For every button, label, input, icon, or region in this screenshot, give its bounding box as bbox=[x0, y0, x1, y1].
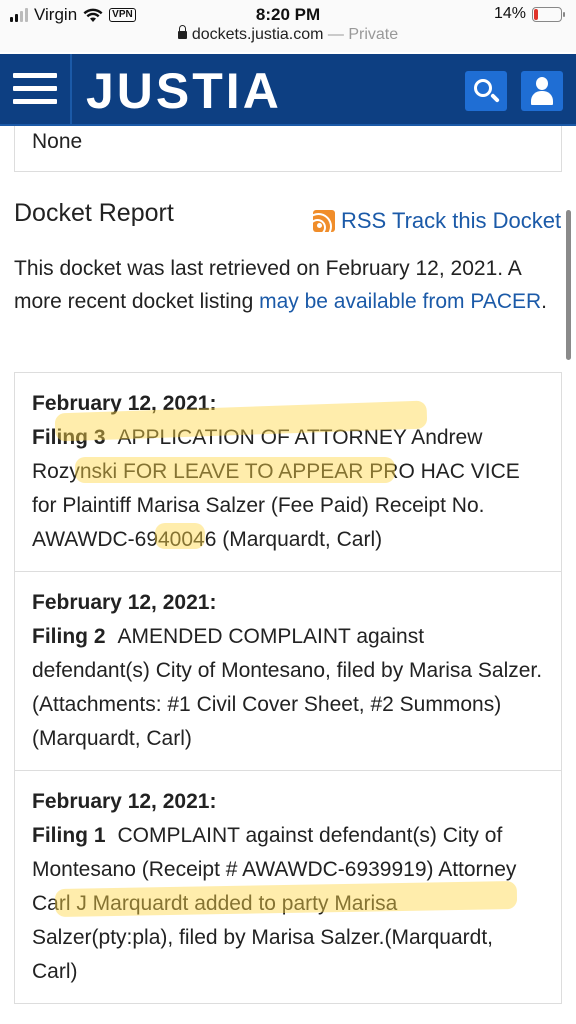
url-bar[interactable]: dockets.justia.com — Private bbox=[0, 25, 576, 52]
rss-track-label[interactable]: RSS Track this Docket bbox=[341, 208, 561, 234]
rss-track-link[interactable]: RSS Track this Docket bbox=[313, 208, 561, 234]
filings-list: February 12, 2021: Filing 3 APPLICATION O… bbox=[14, 372, 562, 1004]
previous-section-value: None bbox=[32, 130, 83, 153]
url-domain: dockets.justia.com bbox=[191, 26, 324, 43]
filing-entry: February 12, 2021: Filing 1 COMPLAINT aga… bbox=[15, 771, 561, 1003]
docket-report-heading: Docket Report bbox=[14, 199, 174, 227]
filing-entry: February 12, 2021: Filing 2 AMENDED COMPL… bbox=[15, 572, 561, 771]
header-divider bbox=[70, 54, 72, 126]
search-icon bbox=[474, 79, 492, 97]
rss-icon bbox=[313, 210, 335, 232]
filing-number-link[interactable]: Filing 2 bbox=[32, 625, 106, 648]
url-separator: — bbox=[323, 26, 349, 43]
retrieved-end: . bbox=[541, 290, 548, 313]
filing-date: February 12, 2021: bbox=[32, 591, 217, 614]
menu-icon[interactable] bbox=[13, 73, 57, 109]
filing-body: Filing 2 AMENDED COMPLAINT against defend… bbox=[32, 620, 544, 756]
battery-icon bbox=[532, 6, 565, 22]
filing-body: Filing 3 APPLICATION OF ATTORNEY Andrew R… bbox=[32, 421, 544, 557]
status-right: 14% bbox=[493, 5, 565, 23]
status-time: 8:20 PM bbox=[255, 5, 321, 24]
lock-icon bbox=[177, 25, 187, 39]
highlight-mark bbox=[75, 457, 395, 483]
private-label: Private bbox=[348, 26, 399, 43]
battery-fill bbox=[534, 8, 538, 20]
search-button[interactable] bbox=[465, 71, 507, 111]
battery-percent: 14% bbox=[493, 5, 526, 22]
filing-description: AMENDED COMPLAINT against defendant(s) C… bbox=[32, 625, 543, 750]
site-header: JUSTIA bbox=[0, 54, 576, 126]
retrieved-notice: This docket was last retrieved on Februa… bbox=[14, 252, 564, 318]
justia-logo[interactable]: JUSTIA bbox=[86, 62, 282, 120]
previous-section-box: None bbox=[14, 126, 562, 172]
filing-number-link[interactable]: Filing 1 bbox=[32, 824, 106, 847]
filing-date: February 12, 2021: bbox=[32, 790, 217, 813]
scrollbar[interactable] bbox=[566, 210, 571, 360]
account-button[interactable] bbox=[521, 71, 563, 111]
filing-entry: February 12, 2021: Filing 3 APPLICATION O… bbox=[15, 373, 561, 572]
user-icon bbox=[531, 77, 553, 105]
highlight-mark bbox=[155, 523, 205, 549]
pacer-link[interactable]: may be available from PACER bbox=[259, 290, 541, 313]
